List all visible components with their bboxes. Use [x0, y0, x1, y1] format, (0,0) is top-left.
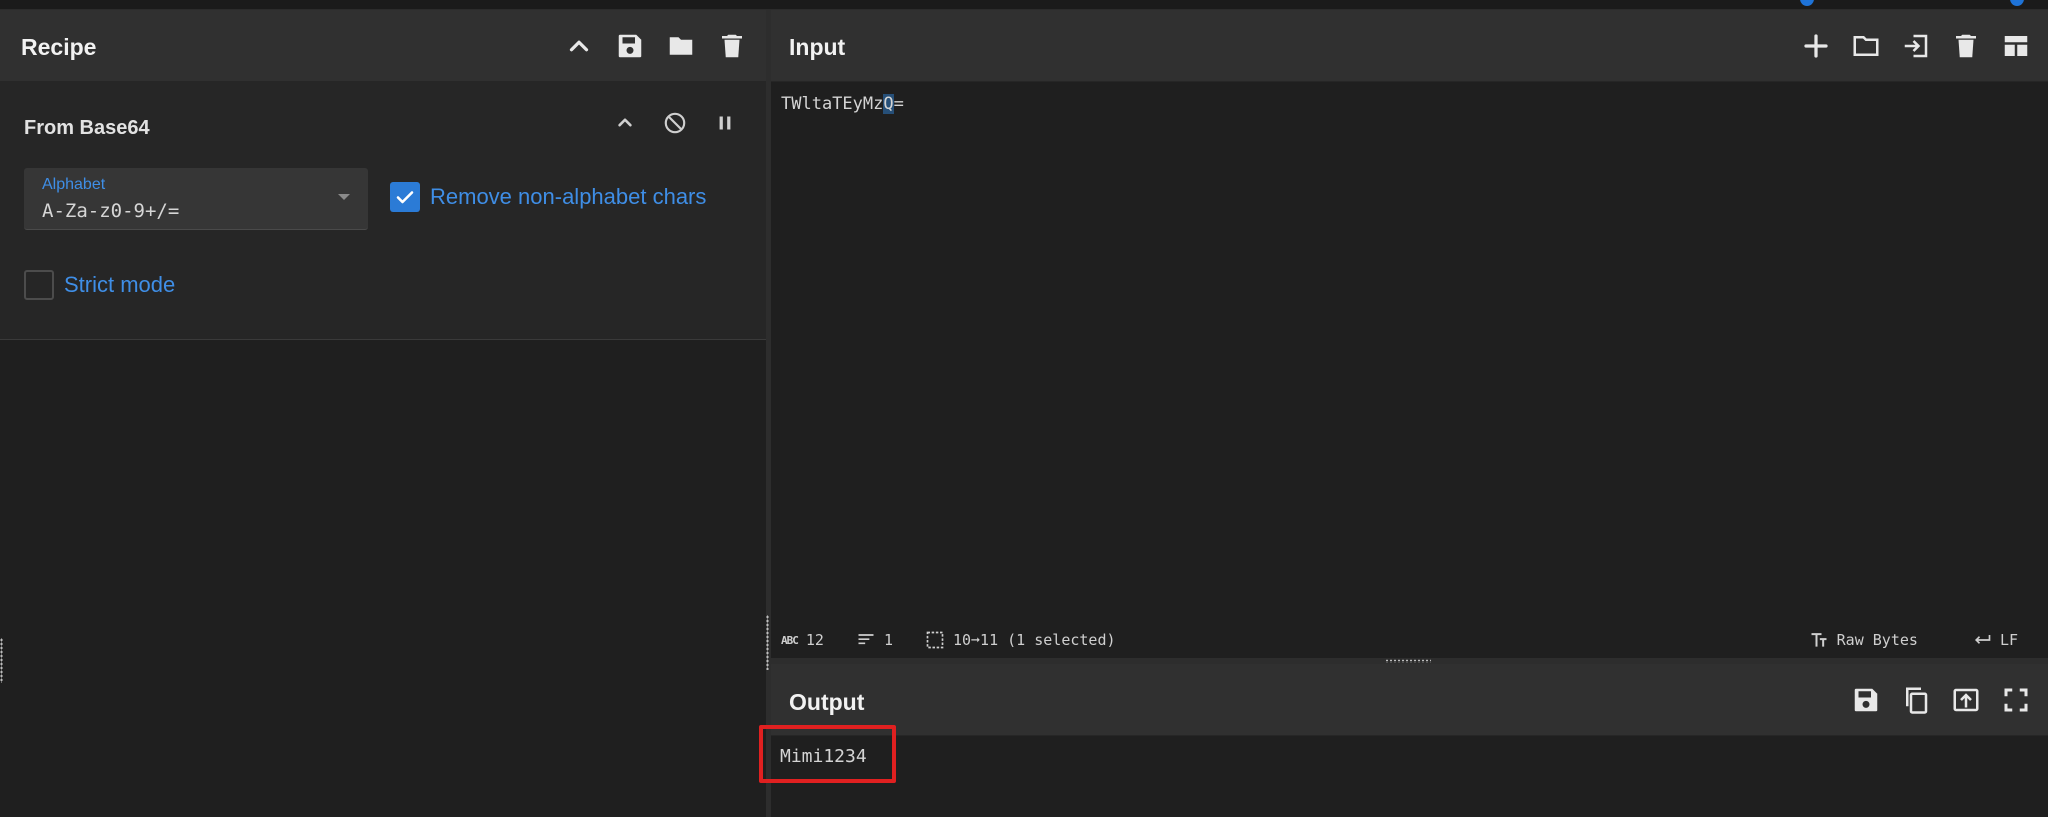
- layout-icon: [2004, 36, 2028, 56]
- trash-icon: [722, 34, 742, 58]
- clear-recipe-button[interactable]: [714, 28, 750, 64]
- selection-stat: 10➞11 (1 selected): [925, 630, 1116, 650]
- folder-icon: [1853, 36, 1879, 56]
- strict-mode-checkbox[interactable]: [24, 270, 54, 300]
- recipe-header: Recipe: [0, 10, 766, 82]
- remove-non-alphabet-label: Remove non-alphabet chars: [430, 184, 707, 209]
- breakpoint-button[interactable]: [708, 106, 742, 140]
- alphabet-label: Alphabet: [42, 176, 106, 193]
- output-title: Output: [789, 689, 865, 715]
- replace-input-button[interactable]: [1948, 682, 1984, 718]
- length-icon: ABC: [781, 633, 799, 647]
- input-textarea[interactable]: TWltaTEyMzQ=: [781, 94, 904, 114]
- replace-input-icon: [1953, 688, 1979, 712]
- input-panel: Input TWltaTEyMzQ= ABC 12 1 10➞11 (1 sel…: [771, 10, 2048, 649]
- collapse-operation-button[interactable]: [608, 106, 642, 140]
- selection-icon: [926, 631, 944, 649]
- lines-icon: [858, 634, 874, 645]
- input-text: TWltaTEyMz: [781, 94, 884, 114]
- input-header: Input: [771, 10, 2048, 82]
- encoding-selector[interactable]: Raw Bytes: [1809, 630, 1918, 650]
- save-icon: [618, 34, 642, 58]
- strict-mode-label: Strict mode: [64, 272, 176, 297]
- top-indicator: [1800, 0, 1814, 6]
- recipe-title: Recipe: [21, 34, 97, 60]
- maximise-output-button[interactable]: [1998, 682, 2034, 718]
- output-header: Output: [771, 664, 2048, 736]
- plus-icon: [1804, 34, 1828, 58]
- open-file-button[interactable]: [1898, 28, 1934, 64]
- output-highlight-box: [759, 725, 896, 783]
- save-output-button[interactable]: [1848, 682, 1884, 718]
- length-stat: ABC 12: [781, 631, 824, 649]
- lines-stat: 1: [856, 630, 893, 650]
- disable-operation-button[interactable]: [658, 106, 692, 140]
- top-bar: [0, 0, 2048, 10]
- input-status-bar: ABC 12 1 10➞11 (1 selected) Raw Bytes LF: [771, 628, 2048, 652]
- copy-icon: [1906, 687, 1928, 714]
- chevron-up-icon: [569, 40, 589, 52]
- selection-value: 10➞11 (1 selected): [952, 631, 1116, 649]
- add-input-tab-button[interactable]: [1798, 28, 1834, 64]
- checkmark-icon: [396, 191, 414, 204]
- save-recipe-button[interactable]: [612, 28, 648, 64]
- save-icon: [1854, 688, 1878, 712]
- clear-input-button[interactable]: [1948, 28, 1984, 64]
- operation-from-base64: From Base64 Alphabet A-Za-z0-9+/= Remove…: [0, 82, 766, 340]
- operation-title: From Base64: [24, 117, 150, 139]
- alphabet-select[interactable]: Alphabet A-Za-z0-9+/=: [24, 168, 368, 230]
- strict-mode-option[interactable]: Strict mode: [24, 270, 175, 300]
- remove-non-alphabet-option[interactable]: Remove non-alphabet chars: [390, 182, 706, 212]
- folder-icon: [669, 37, 693, 55]
- pause-icon: [719, 116, 731, 130]
- copy-output-button[interactable]: [1898, 682, 1934, 718]
- splitter-grip[interactable]: [766, 615, 769, 670]
- open-folder-button[interactable]: [1848, 28, 1884, 64]
- top-indicator: [2010, 0, 2024, 6]
- length-value: 12: [805, 631, 824, 649]
- load-recipe-button[interactable]: [663, 28, 699, 64]
- input-title: Input: [789, 34, 846, 60]
- trash-icon: [1956, 34, 1976, 58]
- eol-value: LF: [1999, 631, 2018, 649]
- disable-icon: [664, 112, 686, 134]
- reset-layout-button[interactable]: [1998, 28, 2034, 64]
- input-selection: Q: [883, 94, 894, 114]
- output-panel: Output Mimi1234: [771, 664, 2048, 817]
- load-icon: [1904, 34, 1928, 58]
- encoding-value: Raw Bytes: [1836, 631, 1918, 649]
- recipe-panel: Recipe From Base64 Alphabet A-Za-z0-9+/=…: [0, 10, 766, 817]
- splitter-grip[interactable]: [1385, 659, 1431, 663]
- chevron-up-icon: [618, 118, 632, 127]
- collapse-all-button[interactable]: [561, 28, 597, 64]
- dropdown-caret-icon: [338, 194, 350, 200]
- lines-value: 1: [883, 631, 893, 649]
- eol-selector[interactable]: LF: [1972, 630, 2018, 650]
- remove-non-alphabet-checkbox[interactable]: [390, 182, 420, 212]
- input-text-tail: =: [893, 94, 904, 114]
- recipe-resize-handle[interactable]: [0, 638, 3, 683]
- return-arrow-icon: [1974, 635, 1991, 644]
- fullscreen-icon: [2004, 688, 2028, 712]
- alphabet-value: A-Za-z0-9+/=: [42, 200, 180, 222]
- text-type-icon: [1811, 633, 1827, 647]
